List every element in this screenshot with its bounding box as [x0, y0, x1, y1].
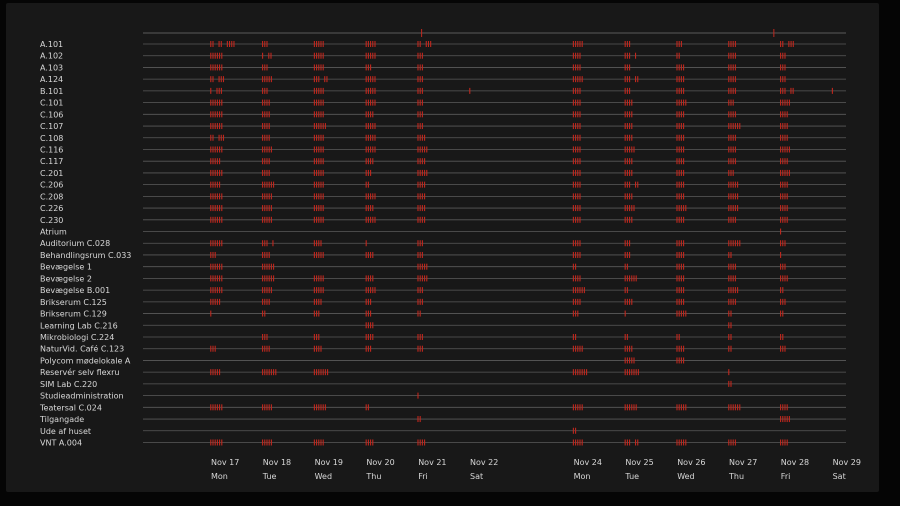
- room-label: Auditorium C.028: [40, 239, 110, 248]
- room-label: Polycom mødelokale A: [40, 356, 131, 365]
- room-label: A.124: [40, 75, 63, 84]
- room-label: C.107: [40, 122, 63, 131]
- x-tick-day: Tue: [262, 472, 277, 481]
- x-tick-date: Nov 24: [574, 458, 602, 467]
- room-label: VNT A.004: [40, 438, 82, 447]
- x-tick-day: Thu: [365, 472, 381, 481]
- room-label: A.102: [40, 52, 63, 61]
- room-label: SIM Lab C.220: [40, 380, 97, 389]
- room-label: C.117: [40, 157, 63, 166]
- room-label: C.101: [40, 99, 63, 108]
- x-tick-date: Nov 25: [625, 458, 653, 467]
- room-label: Mikrobiologi C.224: [40, 333, 114, 342]
- room-label: Atrium: [40, 228, 67, 237]
- room-label: Brikserum C.125: [40, 298, 107, 307]
- room-label: Behandlingsrum C.033: [40, 251, 131, 260]
- x-tick-date: Nov 22: [470, 458, 498, 467]
- x-tick-date: Nov 21: [418, 458, 446, 467]
- x-tick-day: Wed: [315, 472, 332, 481]
- x-tick-day: Mon: [211, 472, 228, 481]
- room-label: Reservér selv flexru: [40, 367, 120, 377]
- x-tick-day: Sat: [833, 472, 846, 481]
- x-tick-day: Fri: [418, 472, 428, 481]
- chart-panel: A.101 A.102 A.103 A.124 B.101 C.101 C.106 C.107…: [6, 3, 879, 492]
- room-label: C.208: [40, 192, 63, 201]
- room-label: C.230: [40, 216, 63, 225]
- room-label: Bevægelse 2: [40, 274, 92, 283]
- x-tick-day: Tue: [624, 472, 639, 481]
- room-label: Bevægelse B.001: [40, 286, 110, 295]
- x-tick-date: Nov 20: [366, 458, 394, 467]
- x-tick-date: Nov 26: [677, 458, 705, 467]
- room-label: C.206: [40, 181, 63, 190]
- room-label: C.226: [40, 204, 63, 213]
- room-label: Ude af huset: [40, 427, 91, 436]
- x-tick-date: Nov 27: [729, 458, 757, 467]
- room-label: A.101: [40, 40, 63, 49]
- room-label: Brikserum C.129: [40, 310, 107, 319]
- x-tick-day: Fri: [781, 472, 791, 481]
- room-label: A.103: [40, 63, 63, 72]
- room-label: Learning Lab C.216: [40, 321, 118, 330]
- room-label: C.201: [40, 169, 63, 178]
- room-label: Studieadministration: [40, 392, 124, 401]
- room-label: C.106: [40, 110, 63, 119]
- x-tick-date: Nov 18: [263, 458, 291, 467]
- room-label: B.101: [40, 87, 63, 96]
- room-label: Bevægelse 1: [40, 263, 92, 272]
- room-label: NaturVid. Café C.123: [40, 344, 124, 354]
- x-tick-day: Wed: [677, 472, 694, 481]
- room-label: C.116: [40, 145, 63, 154]
- x-tick-day: Sat: [470, 472, 483, 481]
- x-tick-date: Nov 19: [315, 458, 343, 467]
- x-tick-date: Nov 28: [781, 458, 809, 467]
- room-booking-timeline: A.101 A.102 A.103 A.124 B.101 C.101 C.106 C.107…: [39, 29, 861, 481]
- x-tick-date: Nov 29: [833, 458, 861, 467]
- x-tick-day: Mon: [574, 472, 591, 481]
- room-label: C.108: [40, 134, 63, 143]
- room-label: Teatersal C.024: [39, 403, 102, 412]
- x-tick-date: Nov 17: [211, 458, 239, 467]
- x-tick-day: Thu: [728, 472, 744, 481]
- room-label: Tilgangade: [39, 415, 84, 424]
